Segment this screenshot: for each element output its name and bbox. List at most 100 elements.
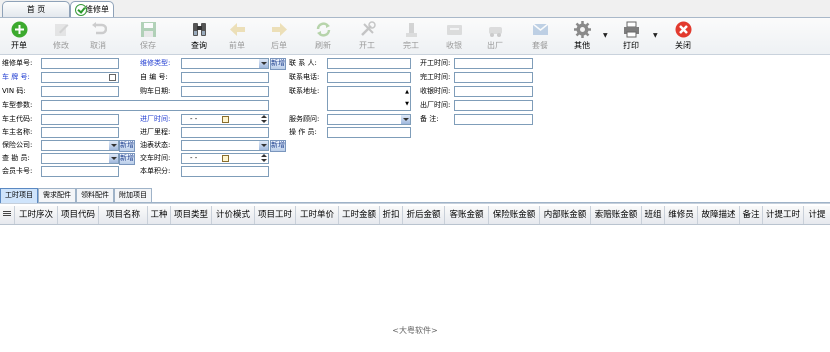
col-header[interactable]: 项目工时 <box>255 206 296 224</box>
col-header[interactable]: 工时金额 <box>339 206 380 224</box>
repair-no-field[interactable] <box>41 58 119 69</box>
col-header[interactable]: 折扣 <box>380 206 403 224</box>
tab-labor-items[interactable]: 工时项目 <box>0 188 38 203</box>
points-field[interactable] <box>181 166 269 177</box>
start-work-button[interactable]: 开工 <box>350 20 384 52</box>
refresh-button[interactable]: 刷新 <box>306 20 340 52</box>
owner-name-field[interactable] <box>41 127 119 138</box>
owner-code-field[interactable] <box>41 114 119 125</box>
phone-field[interactable] <box>327 72 411 83</box>
save-button[interactable]: 保存 <box>131 20 165 52</box>
col-header[interactable]: 计提 <box>804 206 830 224</box>
spinner-icon[interactable] <box>261 115 267 124</box>
col-header[interactable]: 工时序次 <box>15 206 58 224</box>
remark-label: 备 注: <box>420 115 439 123</box>
contact-field[interactable] <box>327 58 411 69</box>
col-header[interactable]: 内部账金额 <box>540 206 591 224</box>
add-icon <box>11 21 28 38</box>
exit-time-field[interactable] <box>454 100 533 111</box>
query-button[interactable]: 查询 <box>182 20 216 52</box>
remark-field[interactable] <box>454 114 533 125</box>
inspector-new-button[interactable]: 新增 <box>119 153 135 165</box>
next-order-button[interactable]: 后单 <box>262 20 296 52</box>
advisor-label: 服务顾问: <box>289 115 320 123</box>
advisor-select[interactable] <box>327 114 411 125</box>
col-header[interactable]: 项目代码 <box>58 206 99 224</box>
scroll-down-icon[interactable]: ▼ <box>405 100 409 109</box>
print-button[interactable]: 打印 <box>614 20 648 52</box>
entry-time-field[interactable]: - - <box>181 114 269 125</box>
insurer-select[interactable] <box>41 140 119 151</box>
inspector-label: 查 勘 员: <box>2 154 30 162</box>
owner-code-label: 车主代码: <box>2 115 33 123</box>
col-header[interactable]: 工种 <box>148 206 171 224</box>
package-button[interactable]: 套餐 <box>523 20 557 52</box>
repair-type-label: 维修类型: <box>140 59 171 67</box>
insurer-new-button[interactable]: 新增 <box>119 140 135 152</box>
grid-header: 工时序次 项目代码 项目名称 工种 项目类型 计价模式 项目工时 工时单价 工时… <box>0 206 830 225</box>
inspector-select[interactable] <box>41 153 119 164</box>
delivery-time-label: 交车时间: <box>140 154 171 162</box>
exit-factory-button[interactable]: 出厂 <box>478 20 512 52</box>
self-no-field[interactable] <box>181 72 269 83</box>
package-icon <box>532 23 549 35</box>
tab-home[interactable]: 首 页 <box>2 1 70 17</box>
close-button[interactable]: 关闭 <box>666 20 700 52</box>
print-dropdown-icon[interactable]: ▼ <box>653 32 658 39</box>
prev-order-button[interactable]: 前单 <box>220 20 254 52</box>
scroll-up-icon[interactable]: ▲ <box>405 88 409 97</box>
owner-name-label: 车主名称: <box>2 128 33 136</box>
cashier-button[interactable]: 收银 <box>437 20 471 52</box>
vin-field[interactable] <box>41 86 119 97</box>
finish-work-button[interactable]: 完工 <box>394 20 428 52</box>
tab-required-parts[interactable]: 需求配件 <box>38 188 76 202</box>
delivery-time-field[interactable]: - - <box>181 153 269 164</box>
cancel-button[interactable]: 取消 <box>81 20 115 52</box>
printer-icon <box>624 21 639 38</box>
model-field[interactable] <box>41 100 269 111</box>
edit-button[interactable]: 修改 <box>44 20 78 52</box>
col-header[interactable]: 保险账金额 <box>489 206 540 224</box>
col-header[interactable]: 故障描述 <box>698 206 740 224</box>
purchase-date-field[interactable] <box>181 86 269 97</box>
tab-issued-parts[interactable]: 领料配件 <box>76 188 114 202</box>
plate-field[interactable] <box>41 72 119 83</box>
new-order-button[interactable]: 开单 <box>2 20 36 52</box>
col-header[interactable]: 折后金额 <box>403 206 445 224</box>
operator-field[interactable] <box>327 127 411 138</box>
col-header[interactable]: 计价模式 <box>212 206 255 224</box>
other-button[interactable]: 其他 <box>565 20 599 52</box>
col-header[interactable]: 计提工时 <box>763 206 804 224</box>
col-header[interactable]: 工时单价 <box>296 206 339 224</box>
repair-type-select[interactable] <box>181 58 269 69</box>
col-header[interactable]: 班组 <box>642 206 665 224</box>
repair-type-new-button[interactable]: 新增 <box>270 58 286 70</box>
cashier-label: 收银 <box>446 41 462 50</box>
binoculars-icon <box>193 23 206 36</box>
new-order-label: 开单 <box>11 41 27 50</box>
entry-mileage-field[interactable] <box>181 127 269 138</box>
address-textarea[interactable]: ▲ ▼ <box>327 86 411 111</box>
col-header[interactable]: 项目类型 <box>171 206 212 224</box>
cash-icon <box>447 25 462 35</box>
col-header[interactable]: 项目名称 <box>99 206 148 224</box>
calendar-icon[interactable] <box>222 116 229 123</box>
oil-status-new-button[interactable]: 新增 <box>270 140 286 152</box>
col-header[interactable]: 备注 <box>740 206 763 224</box>
col-header[interactable]: 客账金额 <box>445 206 489 224</box>
tab-repair-order[interactable]: 维修单 <box>70 1 114 17</box>
cash-time-field[interactable] <box>454 86 533 97</box>
finish-time-field[interactable] <box>454 72 533 83</box>
tab-extra-items[interactable]: 附加项目 <box>114 188 152 202</box>
start-time-field[interactable] <box>454 58 533 69</box>
row-selector-icon[interactable] <box>0 206 15 224</box>
other-dropdown-icon[interactable]: ▼ <box>603 32 608 39</box>
oil-status-select[interactable] <box>181 140 269 151</box>
col-header[interactable]: 维修员 <box>665 206 698 224</box>
spinner-icon[interactable] <box>261 154 267 163</box>
col-header[interactable]: 索赔账金额 <box>591 206 642 224</box>
member-card-field[interactable] <box>41 166 119 177</box>
next-arrow-icon <box>272 23 287 36</box>
start-work-label: 开工 <box>359 41 375 50</box>
calendar-icon[interactable] <box>222 155 229 162</box>
